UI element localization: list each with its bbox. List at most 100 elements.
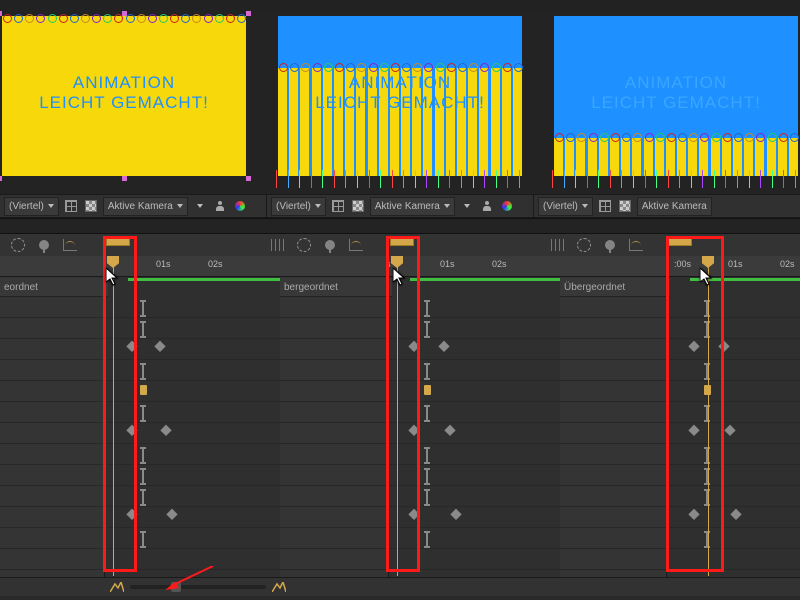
timeline-row[interactable] (0, 296, 800, 318)
current-time-indicator[interactable] (113, 256, 114, 576)
layer-in-out-handle[interactable] (140, 489, 146, 506)
timeline-row[interactable] (0, 443, 800, 465)
timeline-row[interactable] (0, 422, 800, 444)
time-ruler-2[interactable]: s 01s 02s (388, 256, 564, 276)
keyframe-marker[interactable] (424, 385, 431, 395)
comp-title-text: ANIMATION LEICHT GEMACHT! (39, 73, 209, 114)
comp-preview-2[interactable]: ANIMATION LEICHT GEMACHT! (276, 10, 524, 194)
motion-blur-icon[interactable] (36, 237, 52, 253)
time-ruler-3[interactable]: :00s 01s 02s (666, 256, 800, 276)
current-time-indicator[interactable] (708, 256, 709, 576)
person-icon[interactable] (212, 198, 228, 214)
timeline-row[interactable] (0, 338, 800, 360)
timeline-row[interactable] (0, 506, 800, 528)
timeline-row[interactable] (0, 548, 800, 570)
parent-column-header: Übergeordnet (560, 278, 670, 297)
comp-frame: ANIMATION LEICHT GEMACHT! (278, 16, 522, 176)
graph-editor-icon[interactable] (348, 237, 364, 253)
layer-in-out-handle[interactable] (424, 489, 430, 506)
layer-in-out-handle[interactable] (704, 405, 710, 422)
comp-preview-1[interactable]: ANIMATION LEICHT GEMACHT! (0, 10, 248, 194)
resolution-label: (Viertel) (543, 201, 578, 212)
timeline-row[interactable] (0, 464, 800, 486)
motion-blur-icon[interactable] (602, 237, 618, 253)
transparency-grid-icon[interactable] (83, 198, 99, 214)
transparency-grid-icon[interactable] (350, 198, 366, 214)
timeline-rows-area[interactable] (0, 296, 800, 578)
layer-in-out-handle[interactable] (140, 468, 146, 485)
camera-dropdown[interactable]: Aktive Kamera (637, 197, 712, 216)
layer-in-out-handle[interactable] (704, 321, 710, 338)
keyframe-marker[interactable] (140, 385, 147, 395)
anim-stems (276, 170, 520, 190)
views-count-dropdown[interactable] (192, 198, 208, 214)
layer-in-out-handle[interactable] (424, 447, 430, 464)
channels-icon[interactable] (499, 198, 515, 214)
workarea-start[interactable] (106, 236, 130, 246)
ruler-tick-01: 01s (728, 259, 743, 269)
layer-in-out-handle[interactable] (140, 300, 146, 317)
graph-editor-icon[interactable] (62, 237, 78, 253)
time-ruler-1[interactable]: 01s 02s (104, 256, 280, 276)
timeline-row[interactable] (0, 317, 800, 339)
layer-in-out-handle[interactable] (424, 531, 430, 548)
timeline-row[interactable] (0, 485, 800, 507)
preview-row: ANIMATION LEICHT GEMACHT! ANIMATION LEIC (0, 10, 800, 194)
zoom-in-mountain-icon (272, 582, 286, 592)
camera-label: Aktive Kamera (375, 201, 440, 212)
comp-title-text: ANIMATION LEICHT GEMACHT! (591, 73, 761, 114)
shy-icon[interactable] (576, 237, 592, 253)
layer-in-out-handle[interactable] (140, 405, 146, 422)
grid-icon[interactable] (597, 198, 613, 214)
grid-icon[interactable] (63, 198, 79, 214)
snap-icon[interactable] (550, 237, 566, 253)
views-count-dropdown[interactable] (459, 198, 475, 214)
layer-in-out-handle[interactable] (140, 363, 146, 380)
workarea-start[interactable] (390, 236, 414, 246)
mouse-cursor-icon (393, 268, 405, 286)
camera-dropdown[interactable]: Aktive Kamera (103, 197, 188, 216)
layer-in-out-handle[interactable] (424, 468, 430, 485)
comp-preview-3[interactable]: ANIMATION LEICHT GEMACHT! (552, 10, 800, 194)
timeline-panels: 01s 02s s 01s 02s :00s 01s 02s eordnet b… (0, 234, 800, 596)
motion-blur-icon[interactable] (322, 237, 338, 253)
graph-editor-icon[interactable] (628, 237, 644, 253)
ruler-tick-00: :00s (674, 259, 691, 269)
resolution-dropdown[interactable]: (Viertel) (271, 197, 326, 216)
viewer-controls-3: (Viertel) Aktive Kamera (534, 195, 800, 217)
titlebar-strip (0, 0, 800, 10)
current-time-indicator[interactable] (397, 256, 398, 576)
channels-icon[interactable] (232, 198, 248, 214)
layer-in-out-handle[interactable] (704, 447, 710, 464)
shy-icon[interactable] (10, 237, 26, 253)
ruler-tick-02: 02s (780, 259, 795, 269)
layer-in-out-handle[interactable] (704, 489, 710, 506)
layer-in-out-handle[interactable] (704, 363, 710, 380)
panel-divider[interactable] (0, 218, 800, 234)
layer-in-out-handle[interactable] (140, 531, 146, 548)
timeline-row[interactable] (0, 359, 800, 381)
layer-in-out-handle[interactable] (140, 321, 146, 338)
layer-in-out-handle[interactable] (704, 531, 710, 548)
layer-in-out-handle[interactable] (704, 468, 710, 485)
viewer-controls-2: (Viertel) Aktive Kamera (267, 195, 533, 217)
layer-in-out-handle[interactable] (424, 405, 430, 422)
layer-in-out-handle[interactable] (704, 300, 710, 317)
layer-in-out-handle[interactable] (140, 447, 146, 464)
snap-icon[interactable] (270, 237, 286, 253)
timeline-row[interactable] (0, 380, 800, 402)
timeline-row[interactable] (0, 401, 800, 423)
person-icon[interactable] (479, 198, 495, 214)
camera-dropdown[interactable]: Aktive Kamera (370, 197, 455, 216)
layer-in-out-handle[interactable] (424, 300, 430, 317)
workarea-start[interactable] (668, 236, 692, 246)
layer-in-out-handle[interactable] (424, 321, 430, 338)
transparency-grid-icon[interactable] (617, 198, 633, 214)
resolution-dropdown[interactable]: (Viertel) (4, 197, 59, 216)
timeline-row[interactable] (0, 527, 800, 549)
viewer-controls: (Viertel) Aktive Kamera (Viertel) Aktive… (0, 194, 800, 218)
shy-icon[interactable] (296, 237, 312, 253)
layer-in-out-handle[interactable] (424, 363, 430, 380)
grid-icon[interactable] (330, 198, 346, 214)
resolution-dropdown[interactable]: (Viertel) (538, 197, 593, 216)
